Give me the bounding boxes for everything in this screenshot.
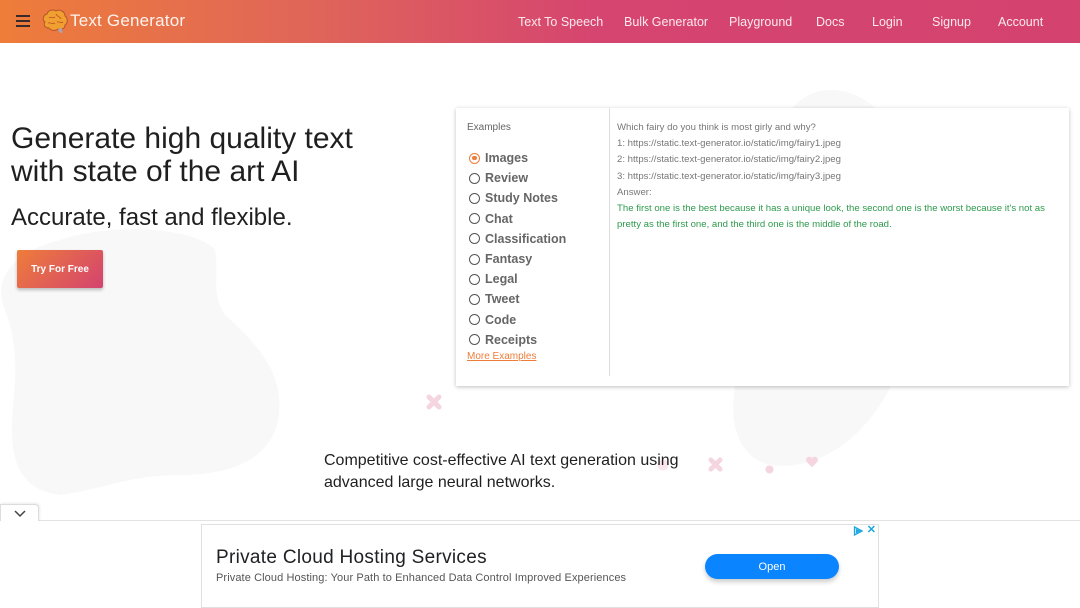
hero-title-line-2: with state of the art AI bbox=[11, 155, 300, 188]
examples-card: Examples Images Review Study Notes Chat … bbox=[456, 108, 1069, 386]
example-option-label: Review bbox=[485, 171, 529, 186]
prompt-line: 1: https://static.text-generator.io/stat… bbox=[617, 138, 841, 150]
example-option-chat[interactable]: Chat bbox=[469, 209, 566, 229]
try-for-free-button[interactable]: Try For Free bbox=[17, 250, 103, 288]
nav-playground[interactable]: Playground bbox=[729, 15, 792, 29]
ad-title[interactable]: Private Cloud Hosting Services bbox=[216, 547, 487, 569]
nav-bulk-generator[interactable]: Bulk Generator bbox=[624, 15, 708, 29]
example-option-label: Images bbox=[485, 151, 529, 166]
hero-title-line-1: Generate high quality text bbox=[11, 122, 353, 155]
example-output: Which fairy do you think is most girly a… bbox=[617, 120, 1067, 233]
example-option-fantasy[interactable]: Fantasy bbox=[469, 249, 566, 269]
hero-title: Generate high quality text with state of… bbox=[11, 122, 353, 188]
example-option-review[interactable]: Review bbox=[469, 168, 566, 188]
top-navbar: Text Generator Text To Speech Bulk Gener… bbox=[0, 0, 1080, 43]
example-option-legal[interactable]: Legal bbox=[469, 269, 566, 289]
example-option-label: Study Notes bbox=[485, 191, 558, 206]
example-option-label: Legal bbox=[485, 272, 518, 287]
ad-unit[interactable]: Private Cloud Hosting Services Private C… bbox=[201, 524, 879, 608]
prompt-line: 3: https://static.text-generator.io/stat… bbox=[617, 170, 841, 182]
radio-unchecked-icon[interactable] bbox=[469, 213, 480, 225]
radio-unchecked-icon[interactable] bbox=[469, 293, 480, 305]
example-option-code[interactable]: Code bbox=[469, 310, 566, 330]
example-option-images[interactable]: Images bbox=[469, 148, 566, 168]
radio-unchecked-icon[interactable] bbox=[469, 192, 480, 204]
brand-name[interactable]: Text Generator bbox=[70, 11, 185, 31]
example-option-classification[interactable]: Classification bbox=[469, 229, 566, 249]
tagline: Competitive cost-effective AI text gener… bbox=[324, 452, 679, 491]
radio-unchecked-icon[interactable] bbox=[469, 253, 480, 265]
examples-selector: Examples Images Review Study Notes Chat … bbox=[456, 108, 610, 376]
hero-subtitle: Accurate, fast and flexible. bbox=[11, 204, 293, 231]
prompt-line: Answer: bbox=[617, 186, 652, 198]
examples-radio-group: Images Review Study Notes Chat Classific… bbox=[469, 148, 566, 350]
decorative-cross bbox=[708, 457, 723, 472]
page: Text Generator Text To Speech Bulk Gener… bbox=[0, 0, 1080, 608]
nav-docs[interactable]: Docs bbox=[816, 15, 844, 29]
ad-open-button[interactable]: Open bbox=[705, 554, 839, 579]
example-option-label: Receipts bbox=[485, 332, 538, 347]
generated-answer: The first one is the best because it has… bbox=[617, 203, 1045, 231]
ad-description[interactable]: Private Cloud Hosting: Your Path to Enha… bbox=[216, 572, 626, 584]
example-option-tweet[interactable]: Tweet bbox=[469, 289, 566, 309]
examples-label: Examples bbox=[467, 122, 511, 133]
prompt-line: Which fairy do you think is most girly a… bbox=[617, 122, 816, 133]
collapse-ad-button[interactable] bbox=[0, 504, 39, 521]
example-option-receipts[interactable]: Receipts bbox=[469, 330, 566, 350]
decorative-heart bbox=[806, 456, 818, 468]
radio-unchecked-icon[interactable] bbox=[469, 233, 480, 245]
example-option-label: Chat bbox=[485, 211, 513, 226]
radio-unchecked-icon[interactable] bbox=[469, 334, 480, 346]
decorative-dot bbox=[765, 465, 774, 474]
radio-unchecked-icon[interactable] bbox=[469, 172, 480, 184]
nav-text-to-speech[interactable]: Text To Speech bbox=[518, 15, 603, 29]
ad-choices-icon[interactable] bbox=[853, 526, 863, 536]
decorative-cross bbox=[426, 394, 442, 410]
radio-unchecked-icon[interactable] bbox=[469, 273, 480, 285]
nav-login[interactable]: Login bbox=[872, 15, 903, 29]
chevron-down-icon bbox=[14, 510, 26, 518]
example-option-label: Tweet bbox=[485, 292, 520, 307]
radio-unchecked-icon[interactable] bbox=[469, 314, 480, 326]
ad-close-icon[interactable]: ✕ bbox=[867, 525, 876, 536]
nav-signup[interactable]: Signup bbox=[932, 15, 971, 29]
example-option-label: Classification bbox=[485, 231, 567, 246]
nav-account[interactable]: Account bbox=[998, 15, 1043, 29]
radio-checked-icon[interactable] bbox=[469, 152, 480, 164]
more-examples-link[interactable]: More Examples bbox=[467, 351, 536, 362]
example-option-label: Fantasy bbox=[485, 252, 533, 267]
example-option-label: Code bbox=[485, 312, 517, 327]
brain-logo-icon[interactable] bbox=[41, 8, 69, 35]
prompt-line: 2: https://static.text-generator.io/stat… bbox=[617, 154, 841, 166]
example-option-study-notes[interactable]: Study Notes bbox=[469, 188, 566, 208]
hamburger-menu-icon[interactable] bbox=[16, 13, 32, 29]
